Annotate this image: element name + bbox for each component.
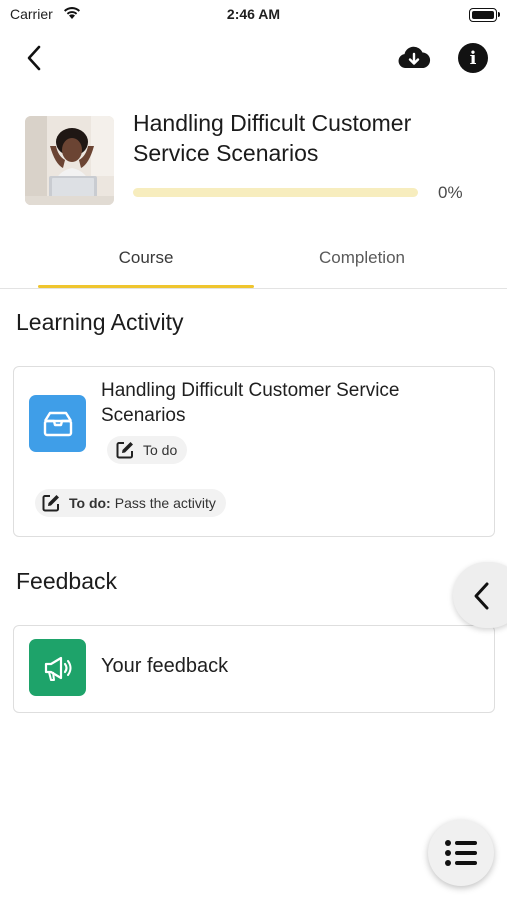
feedback-heading: Feedback — [16, 568, 118, 594]
box-icon — [43, 411, 72, 436]
chevron-left-icon — [27, 45, 41, 71]
edit-icon — [116, 442, 133, 459]
activity-title[interactable]: Handling Difficult Customer Service Scen… — [101, 378, 471, 428]
activity-requirement-badge: To do: Pass the activity — [35, 489, 226, 517]
course-progress-bar — [133, 188, 418, 197]
activity-icon-tile — [29, 395, 86, 452]
status-time: 2:46 AM — [226, 6, 281, 22]
learning-activity-heading: Learning Activity — [16, 309, 184, 335]
course-progress-label: 0% — [438, 183, 463, 202]
course-thumbnail — [25, 116, 114, 205]
info-icon: i — [469, 47, 477, 69]
side-panel-toggle-button[interactable] — [453, 562, 507, 628]
course-title: Handling Difficult Customer Service Scen… — [133, 110, 412, 166]
stressed-person-photo — [25, 116, 114, 205]
feedback-icon-tile — [29, 639, 86, 696]
download-button[interactable] — [396, 42, 432, 74]
tabs-divider — [0, 288, 507, 289]
battery-icon — [469, 8, 500, 22]
edit-icon — [42, 495, 59, 512]
requirement-text: Pass the activity — [114, 495, 216, 511]
chevron-left-icon — [474, 582, 489, 610]
activity-status-badge: To do — [107, 436, 188, 464]
tab-course[interactable]: Course — [38, 248, 254, 288]
status-bar: Carrier 2:46 AM — [0, 0, 507, 28]
cloud-download-icon — [398, 46, 431, 68]
info-button[interactable]: i — [458, 43, 488, 73]
requirement-label: To do: — [69, 495, 111, 511]
tab-completion[interactable]: Completion — [254, 248, 470, 288]
activity-status-label: To do — [143, 442, 178, 458]
feedback-label[interactable]: Your feedback — [101, 655, 228, 678]
megaphone-icon — [44, 656, 71, 681]
course-index-button[interactable] — [428, 820, 494, 886]
list-icon — [445, 840, 477, 866]
back-button[interactable] — [18, 40, 50, 76]
